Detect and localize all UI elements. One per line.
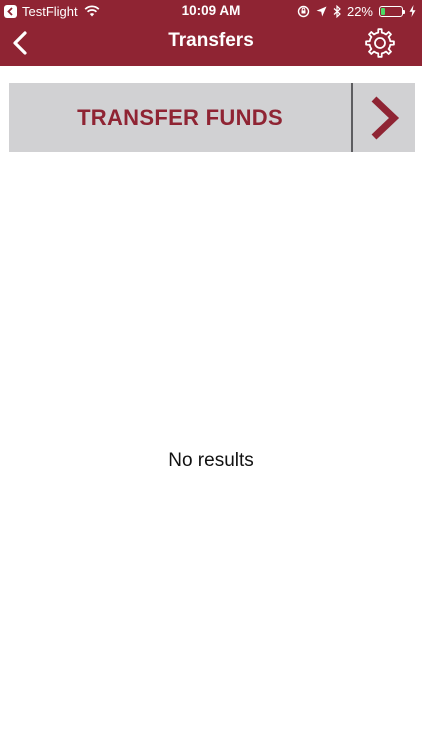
- page-title: Transfers: [168, 30, 254, 51]
- transfer-funds-button[interactable]: TRANSFER FUNDS: [9, 83, 415, 152]
- bluetooth-icon: [333, 4, 341, 18]
- transfer-funds-label: TRANSFER FUNDS: [77, 104, 283, 130]
- charging-icon: [409, 5, 416, 17]
- rotation-lock-icon: [297, 5, 310, 17]
- battery-percent: 22%: [346, 3, 373, 19]
- location-icon: [316, 6, 327, 16]
- chevron-right-icon: [371, 95, 400, 140]
- battery-level: [381, 7, 386, 15]
- app-header: TestFlight 10:09 AM 22% Transfers: [0, 0, 422, 66]
- empty-state-message: No results: [168, 450, 254, 471]
- gear-icon[interactable]: [364, 27, 396, 59]
- status-bar: TestFlight 10:09 AM 22%: [0, 0, 422, 22]
- status-right: 22%: [291, 3, 416, 19]
- battery-icon: [379, 5, 405, 17]
- transfer-chevron-area[interactable]: [353, 83, 415, 152]
